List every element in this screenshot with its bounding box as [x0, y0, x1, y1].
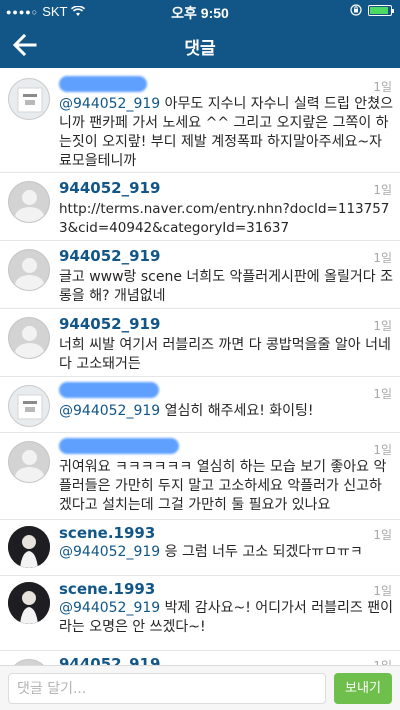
avatar[interactable] — [8, 317, 50, 359]
comment-item: 1일 귀여워요 ㅋㅋㅋㅋㅋㅋ 열심히 하는 모습 보기 좋아요 악플러들은 가만… — [0, 433, 400, 520]
comment-time: 1일 — [373, 387, 392, 401]
comment-text: @944052_919 아무도 지수니 자수니 실력 드립 안쳤으니까 팬카페 … — [59, 95, 393, 171]
avatar[interactable] — [8, 249, 50, 291]
send-button[interactable]: 보내기 — [334, 673, 392, 704]
comment-list[interactable]: 1일 @944052_919 아무도 지수니 자수니 실력 드립 안쳤으니까 팬… — [0, 68, 400, 665]
redacted-username[interactable] — [59, 438, 179, 454]
comment-text: @944052_919 열심히 해주세요! 화이팅! — [59, 402, 393, 421]
comment-item: 944052_919 1일 http://terms.naver.com/ent… — [0, 173, 400, 241]
redacted-username[interactable] — [59, 382, 159, 398]
comment-input-bar: 보내기 — [0, 665, 400, 710]
profile-photo — [8, 526, 50, 568]
comment-time: 1일 — [373, 443, 392, 457]
comment-time: 1일 — [373, 251, 392, 265]
avatar[interactable] — [8, 582, 50, 624]
comment-item: 1일 @944052_919 열심히 해주세요! 화이팅! — [0, 377, 400, 433]
comment-text: @944052_919 박제 감사요~! 어디가서 러블리즈 팬이라는 오명은 … — [59, 599, 393, 637]
battery-icon — [368, 4, 394, 16]
comment-item: 944052_919 1일 글고 www랑 scene 너희도 악플러게시판에 … — [0, 241, 400, 309]
comment-item: scene.1993 1일 @944052_919 응 그럼 너두 고소 되겠다… — [0, 520, 400, 576]
comment-text: @944052_919 응 그럼 너두 고소 되겠다ㅠㅁㅠㅋ — [59, 543, 393, 562]
profile-photo — [8, 582, 50, 624]
comment-time: 1일 — [373, 183, 392, 197]
avatar[interactable] — [8, 181, 50, 223]
comment-input[interactable] — [8, 673, 326, 704]
profile-photo — [17, 87, 43, 113]
comment-item: scene.1993 1일 @944052_919 박제 감사요~! 어디가서 … — [0, 576, 400, 651]
url-link[interactable]: http://terms.naver.com/entry.nhn?docId=1… — [59, 201, 389, 236]
comment-text: 귀여워요 ㅋㅋㅋㅋㅋㅋ 열심히 하는 모습 보기 좋아요 악플러들은 가만히 두… — [59, 458, 393, 515]
comment-username[interactable]: 944052_919 — [59, 655, 160, 665]
comment-body: 응 그럼 너두 고소 되겠다ㅠㅁㅠㅋ — [160, 544, 363, 560]
mention-link[interactable]: @944052_919 — [59, 403, 160, 419]
comment-username[interactable]: 944052_919 — [59, 315, 160, 333]
comment-time: 1일 — [373, 80, 392, 94]
comment-body: 열심히 해주세요! 화이팅! — [160, 403, 314, 419]
comment-body: 귀여워요 ㅋㅋㅋㅋㅋㅋ 열심히 하는 모습 보기 좋아요 악플러들은 가만히 두… — [59, 459, 387, 513]
comment-username[interactable]: 944052_919 — [59, 247, 160, 265]
comment-time: 1일 — [373, 584, 392, 598]
comment-time: 1일 — [373, 657, 392, 665]
comment-username[interactable]: scene.1993 — [59, 524, 155, 542]
status-bar: ●●●●○ SKT 오후 9:50 — [0, 0, 400, 22]
comment-item: 944052_919 1일 — [0, 651, 400, 665]
avatar[interactable] — [8, 78, 50, 120]
profile-photo — [17, 394, 43, 420]
comment-body: 글고 www랑 scene 너희도 악플러게시판에 올릴거다 조롱을 해? 개념… — [59, 269, 393, 304]
avatar[interactable] — [8, 526, 50, 568]
avatar[interactable] — [8, 441, 50, 483]
orientation-lock-icon — [350, 4, 362, 16]
comment-item: 1일 @944052_919 아무도 지수니 자수니 실력 드립 안쳤으니까 팬… — [0, 68, 400, 173]
nav-bar: 댓글 — [0, 22, 400, 68]
comment-item: 944052_919 1일 너희 씨발 여기서 러블리즈 까면 다 콩밥먹을줄 … — [0, 309, 400, 377]
comment-username[interactable]: 944052_919 — [59, 179, 160, 197]
mention-link[interactable]: @944052_919 — [59, 544, 160, 560]
avatar[interactable] — [8, 385, 50, 427]
comment-body: 너희 씨발 여기서 러블리즈 까면 다 콩밥먹을줄 알아 너네다 고소돼거든 — [59, 337, 391, 372]
comment-username[interactable]: scene.1993 — [59, 580, 155, 598]
page-title: 댓글 — [184, 39, 216, 59]
battery-fill — [370, 6, 388, 14]
mention-link[interactable]: @944052_919 — [59, 600, 160, 616]
redacted-username[interactable] — [59, 76, 147, 92]
comment-text: 글고 www랑 scene 너희도 악플러게시판에 올릴거다 조롱을 해? 개념… — [59, 268, 393, 306]
mention-link[interactable]: @944052_919 — [59, 96, 160, 112]
comment-text: http://terms.naver.com/entry.nhn?docId=1… — [59, 200, 393, 238]
comment-time: 1일 — [373, 319, 392, 333]
status-time: 오후 9:50 — [171, 5, 229, 21]
comment-time: 1일 — [373, 528, 392, 542]
comment-text: 너희 씨발 여기서 러블리즈 까면 다 콩밥먹을줄 알아 너네다 고소돼거든 — [59, 336, 393, 374]
status-right — [350, 4, 394, 16]
